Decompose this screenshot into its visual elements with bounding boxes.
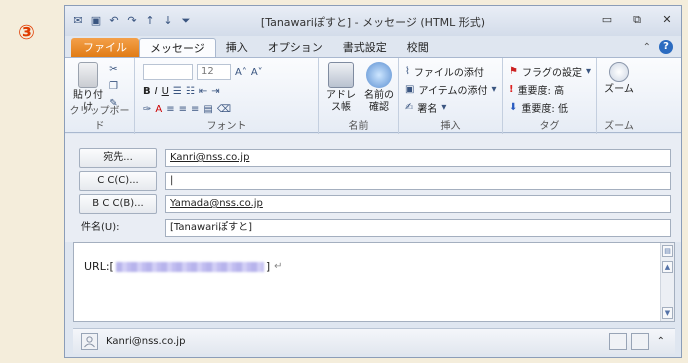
justify-icon[interactable]: ▤	[203, 104, 212, 115]
insert-group-label: 挿入	[440, 121, 461, 132]
font-size-box[interactable]: 12	[197, 64, 231, 80]
address-book-icon	[328, 62, 354, 88]
chevron-down-icon: ▾	[585, 66, 591, 77]
follow-up-button[interactable]: ⚑ フラグの設定 ▾	[509, 64, 591, 79]
step-marker: ③	[18, 20, 35, 44]
scroll-up-button[interactable]: ▲	[662, 261, 673, 273]
tags-group: ⚑ フラグの設定 ▾ ! 重要度: 高 ⬇ 重要度: 低 タグ	[503, 58, 597, 134]
bcc-button[interactable]: B C C(B)...	[79, 194, 157, 214]
address-book-button[interactable]: アドレス帳	[323, 62, 359, 114]
people-pane: Kanri@nss.co.jp ⌃	[73, 328, 675, 354]
to-button[interactable]: 宛先...	[79, 148, 157, 168]
numbering-icon[interactable]: ☷	[186, 86, 195, 97]
outlook-message-window: ✉ ▣ ↶ ↷ ↑ ↓ ⏷ [Tanawariぽすと] - メッセージ (HTM…	[64, 5, 682, 358]
exclamation-icon: !	[509, 84, 514, 95]
tab-review[interactable]: 校閲	[397, 38, 439, 58]
grow-font-icon[interactable]: A˄	[235, 67, 247, 78]
chevron-down-icon: ▾	[441, 102, 447, 113]
names-group-label: 名前	[348, 121, 369, 132]
clear-format-icon[interactable]: ⌫	[217, 104, 231, 115]
align-center-icon[interactable]: ≡	[179, 104, 187, 115]
cut-icon[interactable]: ✂	[109, 64, 117, 75]
window-title: [Tanawariぽすと] - メッセージ (HTML 形式)	[260, 16, 486, 29]
avatar[interactable]	[81, 333, 98, 350]
zoom-group-label: ズーム	[604, 121, 634, 132]
down-arrow-icon: ⬇	[509, 102, 518, 113]
flag-icon: ⚑	[509, 66, 518, 77]
shrink-font-icon[interactable]: A˅	[251, 67, 263, 78]
increase-indent-icon[interactable]: ⇥	[211, 86, 219, 97]
bullets-icon[interactable]: ☰	[173, 86, 182, 97]
people-avatar-small-2[interactable]	[630, 333, 649, 350]
redacted-url	[115, 261, 264, 272]
font-name-box[interactable]	[143, 64, 193, 80]
expand-people-pane-icon[interactable]: ⌃	[657, 336, 665, 347]
subject-field[interactable]: [Tanawariぽすと]	[165, 219, 671, 237]
check-names-button[interactable]: 名前の確認	[361, 62, 397, 114]
zoom-button[interactable]: ズーム	[601, 62, 637, 96]
font-group-label: フォント	[206, 121, 247, 132]
high-importance-button[interactable]: ! 重要度: 高	[509, 82, 564, 97]
font-color-icon[interactable]: A	[155, 104, 162, 115]
to-field[interactable]: Kanri@nss.co.jp	[165, 149, 671, 167]
insert-group: ⌇ ファイルの添付 ▣ アイテムの添付 ▾ ✍ 署名 ▾ 挿入	[399, 58, 503, 134]
attach-item-button[interactable]: ▣ アイテムの添付 ▾	[405, 82, 496, 97]
clipboard-group-label: クリップボード	[69, 106, 130, 132]
tags-group-label: タグ	[539, 121, 560, 132]
ribbon-tabs: ファイル メッセージ 挿入 オプション 書式設定 校閲	[65, 36, 681, 58]
address-area: 宛先... Kanri@nss.co.jp C C(C)... | B C C(…	[65, 134, 681, 242]
person-icon	[84, 336, 95, 348]
signature-icon: ✍	[405, 102, 414, 113]
tab-format-text[interactable]: 書式設定	[333, 38, 397, 58]
decrease-indent-icon[interactable]: ⇤	[199, 86, 207, 97]
magnifier-icon	[609, 62, 629, 82]
people-avatar-small-1[interactable]	[608, 333, 627, 350]
message-body[interactable]: URL:[ ] ↵ ▤ ▲ ▼	[73, 242, 675, 322]
paste-icon	[78, 62, 98, 88]
ruler-toggle-icon[interactable]: ▤	[662, 245, 673, 257]
low-importance-button[interactable]: ⬇ 重要度: 低	[509, 100, 568, 115]
tab-options[interactable]: オプション	[258, 38, 333, 58]
align-left-icon[interactable]: ≡	[166, 104, 174, 115]
zoom-group: ズーム ズーム	[597, 58, 641, 134]
body-url-prefix: URL:[	[84, 260, 114, 273]
font-group: 12 A˄ A˅ B I U ☰ ☷ ⇤ ⇥ ✑ A ≡ ≡ ≡ ▤ ⌫ フォン…	[135, 58, 319, 134]
restore-button[interactable]: ⧉	[631, 13, 643, 27]
attach-file-button[interactable]: ⌇ ファイルの添付	[405, 64, 484, 79]
cc-field[interactable]: |	[165, 172, 671, 190]
chevron-down-icon: ▾	[491, 84, 497, 95]
body-scrollbar[interactable]: ▤ ▲ ▼	[660, 243, 674, 321]
align-right-icon[interactable]: ≡	[191, 104, 199, 115]
close-button[interactable]: ✕	[661, 13, 673, 27]
cc-button[interactable]: C C(C)...	[79, 171, 157, 191]
minimize-ribbon-icon[interactable]: ⌃	[643, 42, 651, 53]
underline-icon[interactable]: U	[162, 86, 169, 97]
attach-item-icon: ▣	[405, 84, 415, 95]
tab-message[interactable]: メッセージ	[139, 38, 216, 58]
paragraph-mark-icon: ↵	[274, 261, 283, 272]
paperclip-icon: ⌇	[405, 66, 410, 77]
help-icon[interactable]: ?	[659, 40, 673, 54]
subject-label: 件名(U):	[81, 222, 120, 233]
title-bar: ✉ ▣ ↶ ↷ ↑ ↓ ⏷ [Tanawariぽすと] - メッセージ (HTM…	[65, 6, 681, 36]
check-names-icon	[366, 62, 392, 88]
highlight-icon[interactable]: ✑	[143, 104, 151, 115]
people-pane-name[interactable]: Kanri@nss.co.jp	[106, 336, 185, 347]
body-url-line: URL:[ ] ↵	[84, 260, 283, 273]
tab-insert[interactable]: 挿入	[216, 38, 258, 58]
clipboard-group: 貼り付け ✂ ❐ ✎ クリップボード	[65, 58, 135, 134]
bcc-field[interactable]: Yamada@nss.co.jp	[165, 195, 671, 213]
scroll-down-button[interactable]: ▼	[662, 307, 673, 319]
minimize-button[interactable]: ▭	[601, 13, 613, 27]
copy-icon[interactable]: ❐	[109, 81, 118, 92]
tab-file[interactable]: ファイル	[71, 38, 139, 58]
body-url-suffix: ]	[265, 260, 271, 273]
signature-button[interactable]: ✍ 署名 ▾	[405, 100, 446, 115]
ribbon: 貼り付け ✂ ❐ ✎ クリップボード 12 A˄ A˅ B I U ☰ ☷ ⇤ …	[65, 57, 681, 134]
italic-icon[interactable]: I	[155, 86, 158, 97]
names-group: アドレス帳 名前の確認 名前	[319, 58, 399, 134]
bold-icon[interactable]: B	[143, 86, 151, 97]
